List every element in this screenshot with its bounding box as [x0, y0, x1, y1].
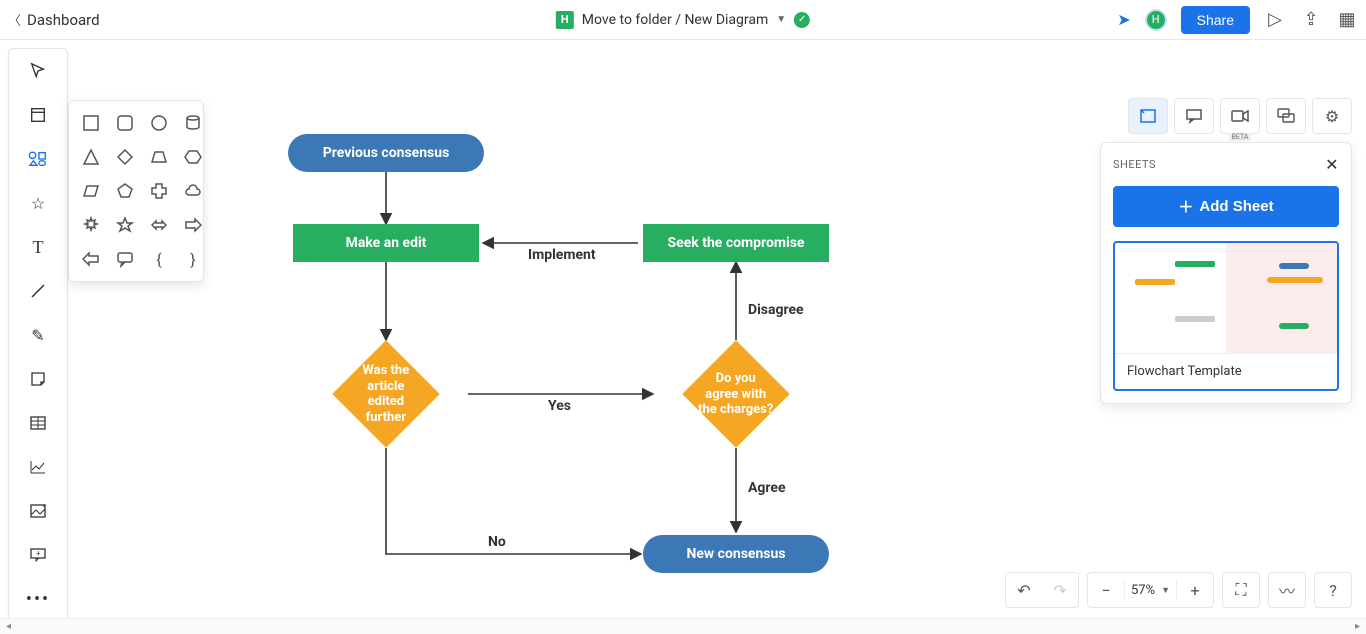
edge-label-no: No [488, 534, 506, 550]
horizontal-scrollbar[interactable]: ◂ ▸ [0, 618, 1366, 634]
star-tool[interactable]: ☆ [26, 191, 50, 215]
chart-tool[interactable] [26, 455, 50, 479]
node-previous-consensus[interactable]: Previous consensus [288, 134, 484, 172]
zoom-caret-icon[interactable]: ▼ [1161, 585, 1176, 596]
edge-label-agree: Agree [748, 480, 786, 496]
select-tool[interactable] [26, 59, 50, 83]
sheets-toggle[interactable] [1128, 98, 1168, 134]
undo-button[interactable]: ↶ [1006, 572, 1042, 608]
node-new-consensus[interactable]: New consensus [643, 535, 829, 573]
settings-toggle[interactable]: ⚙ [1312, 98, 1352, 134]
sync-status-icon: ✓ [794, 12, 810, 28]
video-toggle[interactable]: BETA [1220, 98, 1260, 134]
sheet-name: Flowchart Template [1115, 353, 1337, 389]
workspace: ☆ T ✎ + + ••• { } [0, 40, 1366, 634]
shapes-tool[interactable] [26, 147, 50, 171]
sheets-heading: SHEETS [1113, 158, 1156, 171]
node-label: Make an edit [346, 235, 427, 252]
fit-view-button[interactable]: ⛶ [1223, 572, 1259, 608]
edge-label-disagree: Disagree [748, 302, 804, 318]
chevron-left-icon: 〈 [8, 10, 21, 29]
comments-toggle[interactable] [1174, 98, 1214, 134]
node-label: Was the article edited further [363, 363, 410, 425]
help-button[interactable]: ? [1315, 572, 1351, 608]
node-label: Seek the compromise [668, 235, 805, 252]
right-tool-row: BETA ⚙ [1128, 98, 1352, 134]
bottom-bar: ↶ ↷ − 57% ▼ + ⛶ 〰 ? [1005, 572, 1352, 608]
container-tool[interactable] [26, 103, 50, 127]
tool-rail: ☆ T ✎ + + ••• [8, 48, 68, 626]
note-tool[interactable] [26, 367, 50, 391]
doc-type-badge: H [556, 11, 574, 29]
beta-badge: BETA [1229, 133, 1252, 141]
edge-label-yes: Yes [548, 398, 571, 414]
line-tool[interactable] [26, 279, 50, 303]
node-make-edit[interactable]: Make an edit [293, 224, 479, 262]
scroll-left-icon[interactable]: ◂ [6, 621, 11, 632]
plus-icon: ＋ [1178, 196, 1193, 217]
sheets-panel: SHEETS ✕ ＋ Add Sheet Flowchart Template [1100, 142, 1352, 404]
zoom-value[interactable]: 57% [1125, 583, 1161, 598]
share-button[interactable]: Share [1181, 6, 1250, 34]
node-article-edited[interactable]: Was the article edited further [332, 340, 439, 447]
more-tools[interactable]: ••• [26, 587, 50, 611]
pen-tool[interactable]: ✎ [26, 323, 50, 347]
back-label: Dashboard [27, 11, 100, 29]
export-icon[interactable]: ⇪ [1300, 9, 1322, 30]
user-avatar[interactable]: H [1145, 9, 1167, 31]
add-sheet-label: Add Sheet [1199, 198, 1273, 215]
multiplayer-cursor-icon[interactable]: ➤ [1117, 10, 1130, 29]
text-tool[interactable]: T [26, 235, 50, 259]
edge-label-implement: Implement [528, 247, 596, 263]
svg-text:+: + [36, 549, 41, 558]
node-label: Do you agree with the charges? [698, 371, 773, 417]
node-agree-charges[interactable]: Do you agree with the charges? [682, 340, 789, 447]
redo-button[interactable]: ↷ [1042, 572, 1078, 608]
node-label: Previous consensus [323, 145, 450, 162]
add-sheet-button[interactable]: ＋ Add Sheet [1113, 186, 1339, 227]
svg-text:+: + [42, 504, 46, 510]
sheet-thumbnail[interactable]: Flowchart Template [1113, 241, 1339, 391]
scroll-right-icon[interactable]: ▸ [1355, 621, 1360, 632]
zoom-out-button[interactable]: − [1088, 572, 1124, 608]
image-tool[interactable]: + [26, 499, 50, 523]
apps-icon[interactable]: ▦ [1336, 9, 1358, 30]
table-tool[interactable] [26, 411, 50, 435]
zoom-in-button[interactable]: + [1177, 572, 1213, 608]
present-icon[interactable]: ▷ [1264, 9, 1286, 30]
node-seek-compromise[interactable]: Seek the compromise [643, 224, 829, 262]
caret-down-icon: ▼ [776, 14, 786, 25]
header-actions: ➤ H Share ▷ ⇪ ▦ [1117, 6, 1358, 34]
close-icon[interactable]: ✕ [1325, 155, 1339, 174]
activity-button[interactable]: 〰 [1269, 572, 1305, 608]
sheet-preview [1115, 243, 1337, 353]
chat-toggle[interactable] [1266, 98, 1306, 134]
top-bar: 〈 Dashboard H Move to folder / New Diagr… [0, 0, 1366, 40]
document-title-block[interactable]: H Move to folder / New Diagram ▼ ✓ [556, 11, 810, 29]
node-label: New consensus [686, 546, 785, 563]
comment-tool[interactable]: + [26, 543, 50, 567]
back-to-dashboard[interactable]: 〈 Dashboard [8, 10, 100, 29]
doc-title: Move to folder / New Diagram [582, 12, 768, 28]
